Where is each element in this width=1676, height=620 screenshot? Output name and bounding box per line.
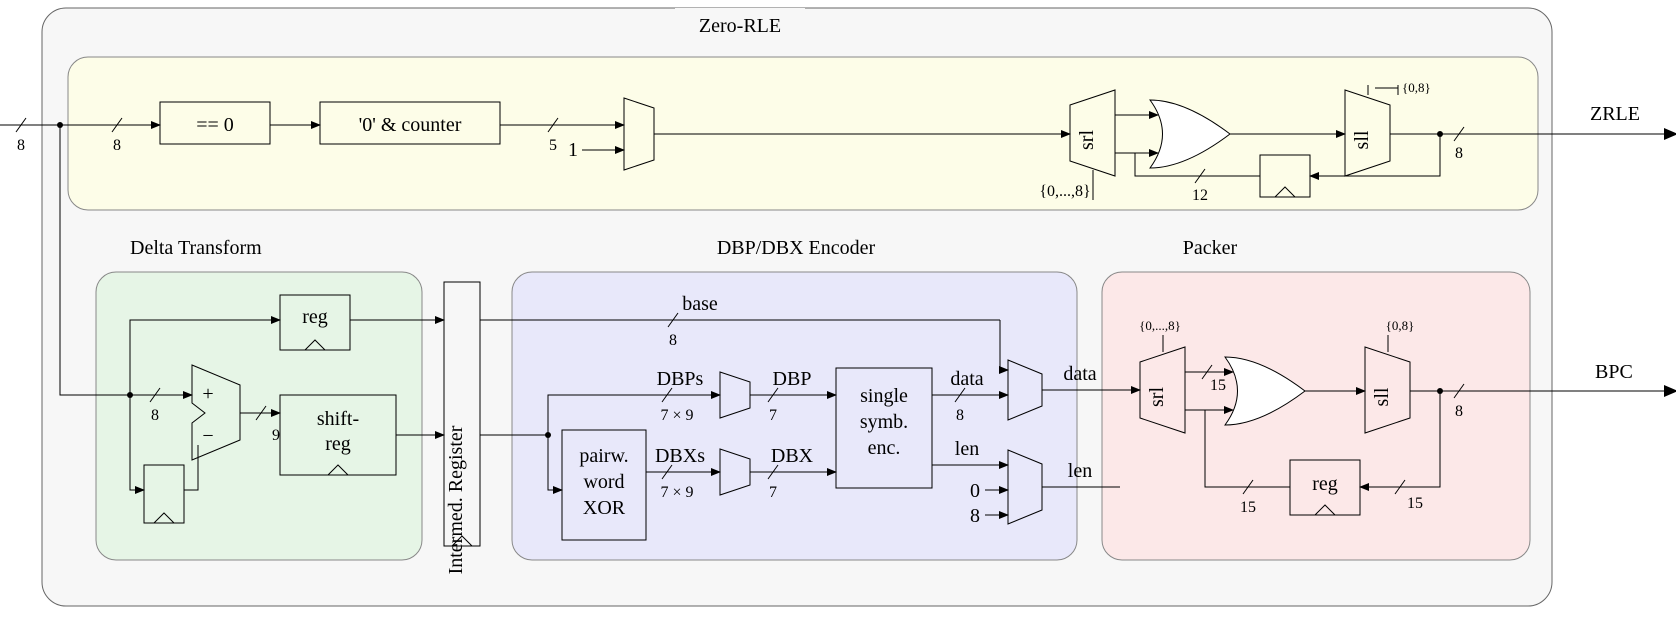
shiftreg2: reg [325,433,351,455]
svg-text:symb.: symb. [860,411,908,433]
single-enc: enc. [868,437,901,459]
w9: 9 [272,427,280,444]
w8c: 8 [956,407,964,424]
w15a: 15 [1210,377,1226,394]
w8o: 8 [1455,145,1463,162]
srl2-shift: {0,...,8} [1139,318,1181,333]
w15b: 15 [1407,495,1423,512]
w8d: 8 [151,407,159,424]
svg-text:pairw.: pairw. [579,445,628,467]
eight: 8 [970,505,980,527]
w7a: 7 [769,407,777,424]
shiftreg1: shift- [317,408,359,430]
w7b: 7 [769,484,777,501]
plus: + [202,383,213,405]
minus: − [202,425,213,447]
packer-title: Packer [1183,237,1238,259]
intermed: Intermed. Register [445,425,467,574]
w12: 12 [1192,187,1208,204]
w15c: 15 [1240,499,1256,516]
w79b: 7 × 9 [660,484,693,501]
srl: srl [1076,130,1098,150]
w5: 5 [549,137,557,154]
counter: '0' & counter [359,114,462,136]
w79a: 7 × 9 [660,407,693,424]
srl2: srl [1146,387,1168,407]
one: 1 [568,139,578,161]
sll-shift: {0,8} [1402,80,1431,95]
zrle-title: Zero-RLE [699,15,781,37]
base: base [682,293,718,315]
pairwise: XOR [583,497,626,519]
sll2-shift: {0,8} [1386,318,1415,333]
delta-title: Delta Transform [130,237,262,259]
zrle-out: ZRLE [1590,103,1640,125]
sll: sll [1351,130,1373,149]
len2: len [1068,460,1092,482]
w8p: 8 [1455,403,1463,420]
data1: data [950,368,983,390]
bpc-out: BPC [1595,361,1633,383]
dbps: DBPs [657,368,704,390]
data2: data [1063,363,1096,385]
w-in-8: 8 [17,137,25,154]
dbx-o: DBX [771,445,814,467]
svg-text:word: word [583,471,624,493]
srl-shift: {0,...,8} [1039,183,1090,200]
reg3: reg [1312,473,1338,495]
w-in2: 8 [113,137,121,154]
svg-text:single: single [860,385,908,407]
w8b: 8 [669,332,677,349]
zero: 0 [970,480,980,502]
dbxs: DBXs [655,445,705,467]
reg1: reg [302,306,328,328]
dbp-o: DBP [773,368,812,390]
dbp-title: DBP/DBX Encoder [717,237,876,259]
len1: len [955,438,979,460]
sll2: sll [1371,387,1393,406]
eq0: == 0 [196,114,234,136]
